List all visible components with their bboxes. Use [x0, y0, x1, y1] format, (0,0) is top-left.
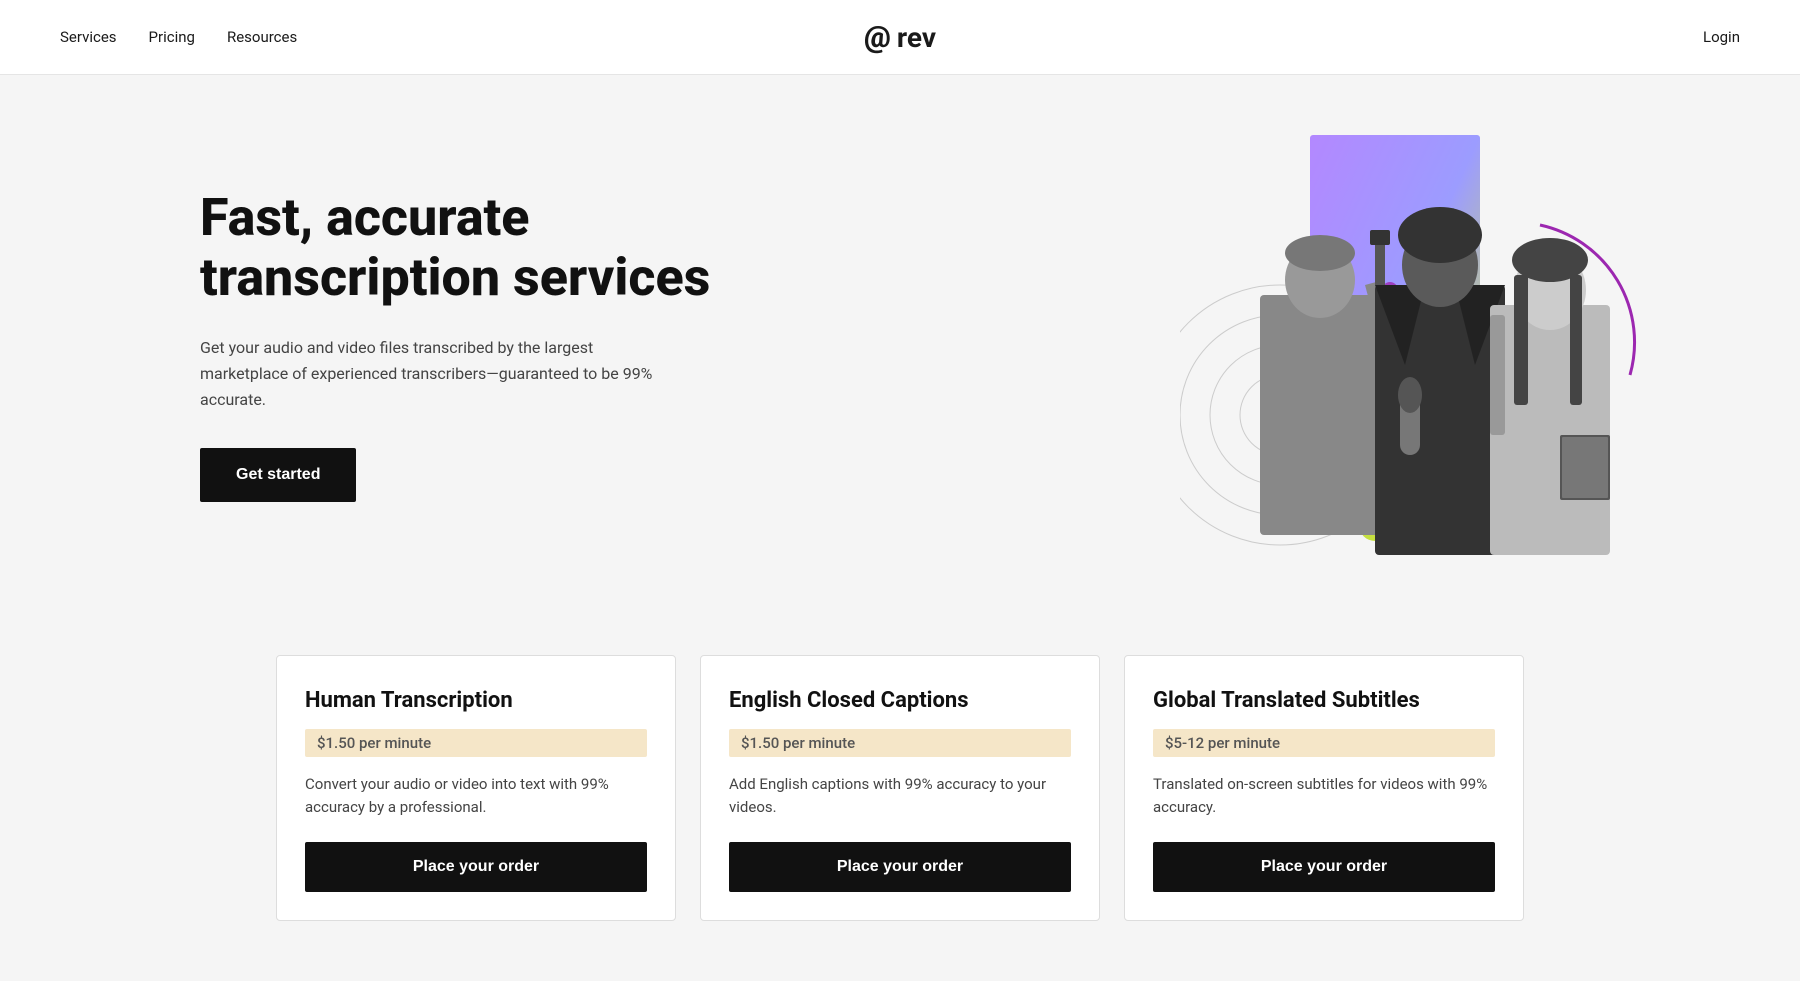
nav-services[interactable]: Services — [60, 28, 117, 46]
card-2-description: Add English captions with 99% accuracy t… — [729, 773, 1071, 818]
card-3-price: $5-12 per minute — [1153, 729, 1495, 757]
login-link[interactable]: Login — [1703, 28, 1740, 46]
card-2-order-button[interactable]: Place your order — [729, 842, 1071, 892]
card-3-description: Translated on-screen subtitles for video… — [1153, 773, 1495, 818]
card-2-price: $1.50 per minute — [729, 729, 1071, 757]
nav-right: Login — [1703, 28, 1740, 46]
card-global-translated-subtitles: Global Translated Subtitles $5-12 per mi… — [1124, 655, 1524, 921]
hero-title: Fast, accurate transcription services — [200, 188, 780, 308]
hero-image — [1180, 135, 1680, 555]
hero-content: Fast, accurate transcription services Ge… — [200, 188, 780, 502]
logo-text: rev — [897, 21, 936, 54]
card-3-order-button[interactable]: Place your order — [1153, 842, 1495, 892]
card-1-title: Human Transcription — [305, 688, 647, 713]
navbar: Services Pricing Resources @ rev Login — [0, 0, 1800, 75]
card-1-description: Convert your audio or video into text wi… — [305, 773, 647, 818]
card-human-transcription: Human Transcription $1.50 per minute Con… — [276, 655, 676, 921]
hero-illustration-svg — [1180, 135, 1680, 555]
logo[interactable]: @ rev — [864, 20, 936, 55]
hero-description: Get your audio and video files transcrib… — [200, 335, 670, 412]
card-3-title: Global Translated Subtitles — [1153, 688, 1495, 713]
nav-resources[interactable]: Resources — [227, 28, 297, 46]
card-2-title: English Closed Captions — [729, 688, 1071, 713]
logo-at-symbol: @ — [864, 20, 891, 55]
nav-pricing[interactable]: Pricing — [149, 28, 195, 46]
cards-section: Human Transcription $1.50 per minute Con… — [0, 615, 1800, 981]
nav-left: Services Pricing Resources — [60, 28, 297, 46]
hero-section: Fast, accurate transcription services Ge… — [0, 75, 1800, 615]
card-1-price: $1.50 per minute — [305, 729, 647, 757]
card-1-order-button[interactable]: Place your order — [305, 842, 647, 892]
get-started-button[interactable]: Get started — [200, 448, 356, 502]
card-english-closed-captions: English Closed Captions $1.50 per minute… — [700, 655, 1100, 921]
